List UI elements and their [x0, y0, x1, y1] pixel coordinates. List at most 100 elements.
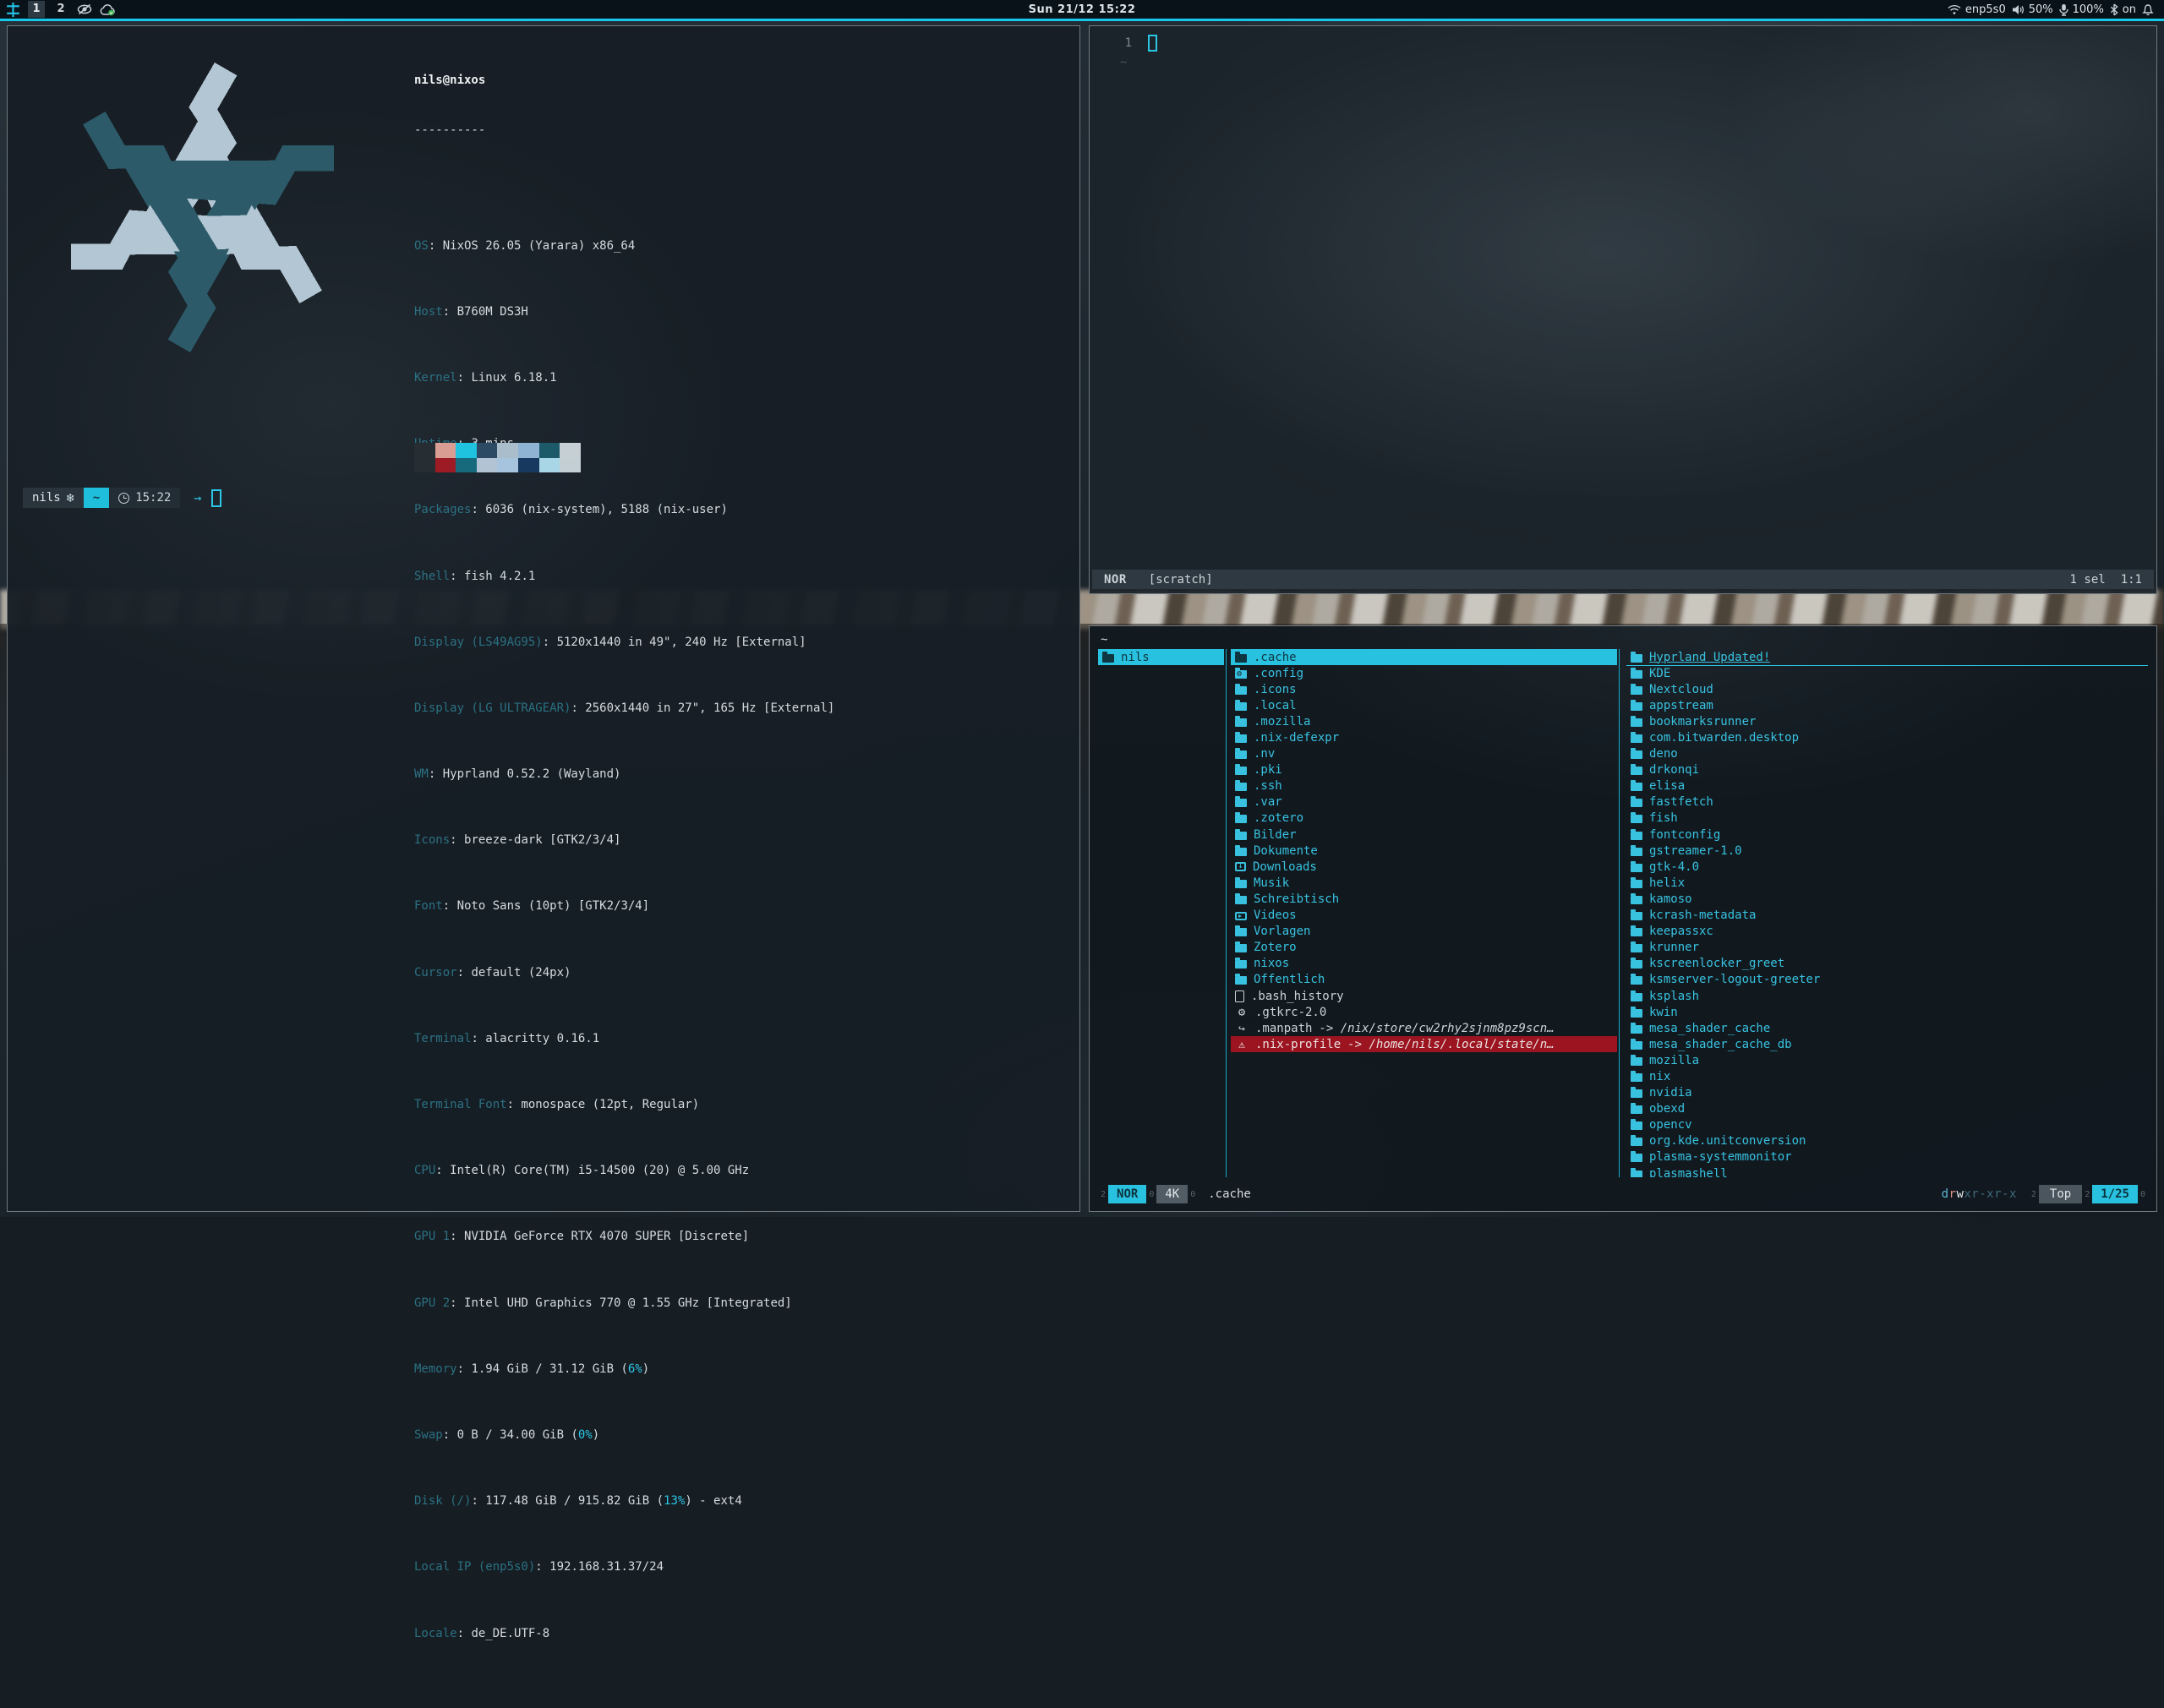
preview-row[interactable]: fastfetch — [1626, 794, 2148, 810]
fastfetch-line: KernelLinux 6.18.1 — [414, 370, 834, 387]
file-row[interactable]: Musik — [1231, 875, 1617, 891]
shell-prompt[interactable]: nils❄ ~ 15:22 → — [23, 488, 221, 508]
preview-row[interactable]: kwin — [1626, 1004, 2148, 1020]
bluetooth-icon — [2110, 3, 2118, 16]
palette-swatch — [477, 458, 498, 473]
preview-row[interactable]: nvidia — [1626, 1085, 2148, 1101]
file-row[interactable]: .config — [1231, 665, 1617, 681]
fastfetch-line: Display (LG ULTRAGEAR)2560x1440 in 27", … — [414, 701, 834, 718]
preview-row[interactable]: obexd — [1626, 1101, 2148, 1117]
file-row[interactable]: .pki — [1231, 762, 1617, 778]
palette-swatch — [539, 458, 560, 473]
file-type-icon — [1235, 654, 1247, 663]
file-row[interactable]: .gtkrc-2.0 — [1231, 1004, 1617, 1020]
preview-row[interactable]: krunner — [1626, 940, 2148, 956]
preview-row[interactable]: mesa_shader_cache_db — [1626, 1036, 2148, 1052]
file-row[interactable]: .zotero — [1231, 810, 1617, 827]
file-row[interactable]: Bilder — [1231, 827, 1617, 843]
parent-dir-row[interactable]: nils — [1098, 649, 1224, 665]
network-module[interactable]: enp5s0 — [1948, 3, 2006, 16]
yazi-file-manager-window[interactable]: ~ nils .cache .config .icons .local .moz… — [1089, 625, 2157, 1212]
terminal-window-fastfetch[interactable]: nils@nixos ---------- OSNixOS 26.05 (Yar… — [7, 25, 1080, 1212]
preview-row[interactable]: kscreenlocker_greet — [1626, 956, 2148, 972]
microphone-module[interactable]: 100% — [2059, 3, 2104, 16]
file-row[interactable]: Öffentlich — [1231, 972, 1617, 988]
file-type-icon — [1235, 832, 1247, 840]
network-label: enp5s0 — [1965, 3, 2006, 16]
preview-row[interactable]: KDE — [1626, 665, 2148, 681]
fastfetch-host-title: nils@nixos — [414, 73, 834, 90]
folder-icon — [1631, 783, 1642, 791]
preview-row[interactable]: helix — [1626, 875, 2148, 891]
file-row[interactable]: Zotero — [1231, 940, 1617, 956]
preview-row[interactable]: org.kde.unitconversion — [1626, 1133, 2148, 1149]
folder-icon — [1631, 1170, 1642, 1177]
preview-row[interactable]: kamoso — [1626, 891, 2148, 907]
file-row[interactable]: .cache — [1231, 649, 1617, 665]
file-row[interactable]: .manpath-> /nix/store/cw2rhy2sjnm8pz9scn… — [1231, 1020, 1617, 1036]
preview-row[interactable]: deno — [1626, 746, 2148, 762]
preview-row[interactable]: com.bitwarden.desktop — [1626, 729, 2148, 745]
preview-row[interactable]: plasma-systemmonitor — [1626, 1149, 2148, 1165]
folder-icon — [1631, 718, 1642, 727]
bluetooth-module[interactable]: on — [2110, 3, 2136, 16]
file-row[interactable]: .nv — [1231, 746, 1617, 762]
yazi-breadcrumb-cwd: ~ — [1101, 633, 1107, 647]
preview-row[interactable]: nix — [1626, 1068, 2148, 1084]
preview-row[interactable]: gstreamer-1.0 — [1626, 843, 2148, 859]
folder-icon — [1631, 686, 1642, 695]
file-type-icon — [1235, 815, 1247, 823]
preview-row[interactable]: opencv — [1626, 1117, 2148, 1133]
file-row[interactable]: .mozilla — [1231, 713, 1617, 729]
preview-row[interactable]: drkonqi — [1626, 762, 2148, 778]
yazi-status-right: drwxr-xr-x 2 Top 2 1/25 0 — [1942, 1185, 2148, 1203]
prompt-path-segment: ~ — [84, 488, 109, 508]
preview-row[interactable]: ksmserver-logout-greeter — [1626, 972, 2148, 988]
preview-row[interactable]: mozilla — [1626, 1052, 2148, 1068]
preview-row[interactable]: keepassxc — [1626, 924, 2148, 940]
fastfetch-line: Packages6036 (nix-system), 5188 (nix-use… — [414, 502, 834, 519]
preview-row[interactable]: appstream — [1626, 697, 2148, 713]
file-row[interactable]: Dokumente — [1231, 843, 1617, 859]
file-row[interactable]: nixos — [1231, 956, 1617, 972]
powerline-artifact: 2 — [2085, 1190, 2090, 1199]
file-row[interactable]: Videos — [1231, 908, 1617, 924]
file-row[interactable]: .nix-defexpr — [1231, 729, 1617, 745]
volume-module[interactable]: 50% — [2012, 3, 2053, 16]
file-row[interactable]: .bash_history — [1231, 988, 1617, 1004]
preview-row[interactable]: fish — [1626, 810, 2148, 827]
preview-row[interactable]: plasmashell — [1626, 1165, 2148, 1177]
file-row[interactable]: .icons — [1231, 681, 1617, 697]
terminal-cursor — [211, 489, 221, 507]
preview-row[interactable]: ksplash — [1626, 988, 2148, 1004]
yazi-cursor-count: 1/25 — [2092, 1185, 2138, 1203]
bell-icon[interactable] — [2142, 3, 2154, 16]
file-row[interactable]: .local — [1231, 697, 1617, 713]
helix-editor-window[interactable]: 1 ~ NOR [scratch] 1 sel 1:1 — [1089, 25, 2157, 594]
file-row[interactable]: Downloads — [1231, 859, 1617, 875]
preview-row[interactable]: gtk-4.0 — [1626, 859, 2148, 875]
file-type-icon — [1235, 990, 1244, 1002]
prompt-cwd: ~ — [93, 491, 100, 505]
file-row[interactable]: Vorlagen — [1231, 924, 1617, 940]
preview-row[interactable]: bookmarksrunner — [1626, 713, 2148, 729]
prompt-arrow-icon: → — [194, 490, 201, 505]
preview-row[interactable]: kcrash-metadata — [1626, 908, 2148, 924]
helix-buffer[interactable]: 1 ~ — [1090, 33, 2156, 72]
preview-row[interactable]: elisa — [1626, 778, 2148, 794]
preview-row[interactable]: Nextcloud — [1626, 681, 2148, 697]
file-row[interactable]: .ssh — [1231, 778, 1617, 794]
palette-swatch — [497, 443, 518, 458]
file-permissions: drwxr-xr-x — [1942, 1187, 2017, 1201]
fastfetch-line: Disk (/)117.48 GiB / 915.82 GiB (13%) - … — [414, 1493, 834, 1510]
yazi-columns: nils .cache .config .icons .local .mozil… — [1098, 649, 2148, 1177]
fastfetch-line: FontNoto Sans (10pt) [GTK2/3/4] — [414, 898, 834, 915]
file-row[interactable]: .nix-profile-> /home/nils/.local/state/n… — [1231, 1036, 1617, 1052]
file-row[interactable]: .var — [1231, 794, 1617, 810]
file-row[interactable]: Schreibtisch — [1231, 891, 1617, 907]
palette-swatch — [518, 458, 539, 473]
preview-row[interactable]: fontconfig — [1626, 827, 2148, 843]
file-type-icon — [1235, 1022, 1249, 1035]
preview-row[interactable]: Hyprland Updated! — [1626, 649, 2148, 665]
preview-row[interactable]: mesa_shader_cache — [1626, 1020, 2148, 1036]
